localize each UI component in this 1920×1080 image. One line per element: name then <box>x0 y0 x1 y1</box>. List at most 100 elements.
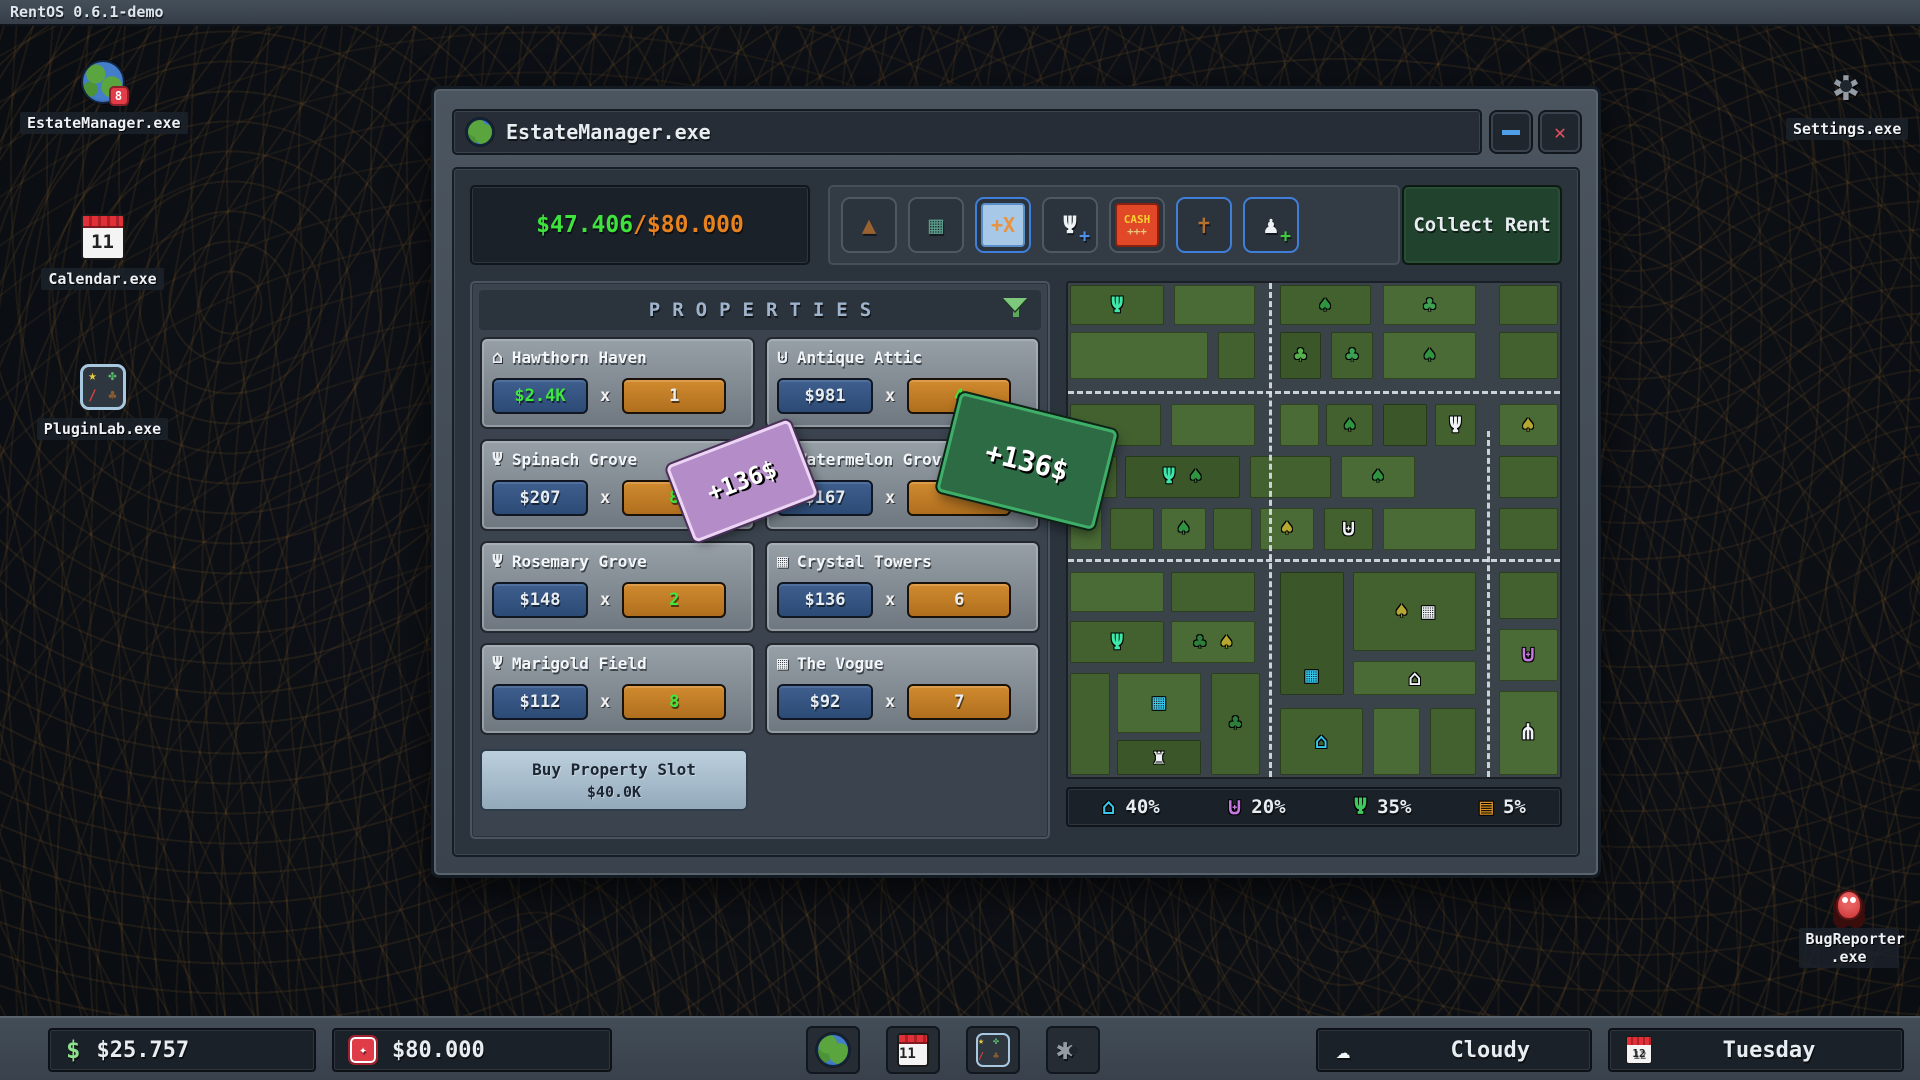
map-parcel[interactable] <box>1373 708 1420 775</box>
map-parcel[interactable] <box>1499 456 1558 498</box>
map-parcel[interactable]: ⊎ <box>1499 629 1558 681</box>
map-parcel[interactable] <box>1430 708 1477 775</box>
rent-price-button[interactable]: $2.4K <box>492 378 588 414</box>
property-card[interactable]: ▦Crystal Towers $136 x 6 <box>765 541 1040 633</box>
minimize-icon <box>1502 130 1520 135</box>
property-name: Rosemary Grove <box>512 552 647 571</box>
cash-display: $ $25.757 <box>48 1028 316 1072</box>
property-card[interactable]: ⌂Hawthorn Haven $2.4K x 1 <box>480 337 755 429</box>
map-parcel[interactable]: ⌂ <box>1353 661 1476 696</box>
tree-green-icon: ♣ <box>1193 632 1206 653</box>
taskbar-estatemanager-button[interactable] <box>806 1026 860 1074</box>
map-parcel[interactable] <box>1280 404 1319 446</box>
unit-count-button[interactable]: 2 <box>622 582 726 618</box>
taskbar-pluginlab-button[interactable]: ★ ✤ / ♣ <box>966 1026 1020 1074</box>
map-parcel[interactable] <box>1499 572 1558 619</box>
map-parcel[interactable] <box>1499 508 1558 550</box>
unit-count-button[interactable]: 7 <box>907 684 1011 720</box>
minimize-button[interactable] <box>1491 112 1531 152</box>
filter-icon[interactable] <box>1003 298 1029 322</box>
property-card[interactable]: ΨMarigold Field $112 x 8 <box>480 643 755 735</box>
map-parcel[interactable]: ♣♠ <box>1171 621 1255 663</box>
taskbar-calendar-button[interactable]: 11 <box>886 1026 940 1074</box>
add-plant-icon[interactable]: Ψ+ <box>1042 197 1098 253</box>
legend-item: Ψ 35% <box>1354 796 1412 818</box>
map-parcel[interactable]: ▦ <box>1117 673 1201 732</box>
window-title-field[interactable]: EstateManager.exe <box>452 109 1482 155</box>
map-parcel[interactable] <box>1171 572 1255 612</box>
map-parcel[interactable]: ♠ <box>1499 404 1558 446</box>
map-parcel[interactable]: Ψ <box>1070 285 1163 325</box>
map-parcel[interactable]: Ψ♠ <box>1125 456 1241 498</box>
shop-icon[interactable]: ▦ <box>908 197 964 253</box>
map-parcel[interactable]: ♠ <box>1383 332 1476 379</box>
buy-property-slot-button[interactable]: Buy Property Slot $40.0K <box>480 749 748 811</box>
add-tenant-icon[interactable]: ♟+ <box>1243 197 1299 253</box>
legend-value: 5% <box>1503 796 1526 818</box>
map-parcel[interactable] <box>1250 456 1331 498</box>
property-card[interactable]: ΨRosemary Grove $148 x 2 <box>480 541 755 633</box>
window-title-bar[interactable]: EstateManager.exe ✕ <box>452 109 1580 155</box>
map-parcel[interactable] <box>1070 572 1163 612</box>
weather-widget[interactable]: ☁ Cloudy <box>1316 1028 1592 1072</box>
close-button[interactable]: ✕ <box>1540 112 1580 152</box>
collect-rent-button[interactable]: Collect Rent <box>1402 185 1562 265</box>
map-parcel[interactable]: ⋔ <box>1499 691 1558 775</box>
map-parcel[interactable] <box>1499 332 1558 379</box>
map-parcel[interactable]: ♠ <box>1280 285 1371 325</box>
legend-item: ▤ 5% <box>1480 796 1526 818</box>
map-parcel[interactable]: ♠ <box>1161 508 1205 550</box>
unit-count-button[interactable]: 8 <box>622 684 726 720</box>
rent-price-button[interactable]: $981 <box>777 378 873 414</box>
map-parcel[interactable] <box>1213 508 1252 550</box>
map-parcel[interactable]: ♣ <box>1211 673 1260 774</box>
map-parcel[interactable]: ♣ <box>1280 332 1322 379</box>
rent-price-button[interactable]: $92 <box>777 684 873 720</box>
property-card[interactable]: ▦The Vogue $92 x 7 <box>765 643 1040 735</box>
basket-purple-icon: ⊎ <box>1228 797 1241 818</box>
pluginlab-icon: ★ ✤ / ♣ <box>80 364 126 410</box>
rent-price-button[interactable]: $207 <box>492 480 588 516</box>
map-parcel[interactable] <box>1070 332 1208 379</box>
map-parcel[interactable]: ♠▦ <box>1353 572 1476 651</box>
rent-price-button[interactable]: $136 <box>777 582 873 618</box>
legend-value: 40% <box>1125 796 1159 818</box>
desktop-icon-settings[interactable]: ✱ Settings.exe <box>1786 62 1906 140</box>
taskbar-settings-button[interactable]: ✱ <box>1046 1026 1100 1074</box>
unit-count-button[interactable]: 1 <box>622 378 726 414</box>
map-parcel[interactable] <box>1171 404 1255 446</box>
add-multiplier-icon[interactable]: +X <box>975 197 1031 253</box>
map-parcel[interactable] <box>1383 404 1427 446</box>
tree-round-icon: ♣ <box>1423 295 1436 316</box>
map-parcel[interactable]: ⊎ <box>1324 508 1373 550</box>
cash-machine-icon[interactable]: CASH+++ <box>1109 197 1165 253</box>
scarecrow-icon[interactable]: ✝ <box>1176 197 1232 253</box>
desktop-icon-calendar[interactable]: 11 Calendar.exe <box>40 214 165 290</box>
map-parcel[interactable] <box>1218 332 1255 379</box>
map-parcel[interactable]: Ψ <box>1070 621 1163 663</box>
desktop-icon-estatemanager[interactable]: 8 EstateManager.exe <box>20 60 185 134</box>
desktop-icon-pluginlab[interactable]: ★ ✤ / ♣ PluginLab.exe <box>35 364 170 440</box>
map-parcel[interactable]: ⌂ <box>1280 708 1364 775</box>
map-parcel[interactable] <box>1110 508 1154 550</box>
rent-price-button[interactable]: $148 <box>492 582 588 618</box>
hut-icon[interactable]: ▲ <box>841 197 897 253</box>
plant-teal-icon: Ψ <box>1111 632 1124 653</box>
day-widget[interactable]: 12 Tuesday <box>1608 1028 1904 1072</box>
unit-count-button[interactable]: 6 <box>907 582 1011 618</box>
map-parcel[interactable]: ♣ <box>1383 285 1476 325</box>
globe-icon <box>466 118 494 146</box>
map-parcel[interactable]: ♜ <box>1117 740 1201 775</box>
rent-price-button[interactable]: $112 <box>492 684 588 720</box>
map-parcel[interactable] <box>1499 285 1558 325</box>
map-parcel[interactable]: ▦ <box>1280 572 1344 696</box>
desktop-icon-bugreporter[interactable]: BugReporter .exe <box>1796 890 1901 968</box>
map-parcel[interactable] <box>1070 673 1109 774</box>
property-type-icon: Ψ <box>492 653 503 674</box>
map-parcel[interactable]: Ψ <box>1435 404 1477 446</box>
map-parcel[interactable] <box>1174 285 1255 325</box>
map-parcel[interactable]: ♠ <box>1326 404 1373 446</box>
map-parcel[interactable]: ♠ <box>1341 456 1415 498</box>
map-parcel[interactable] <box>1383 508 1476 550</box>
map-parcel[interactable]: ♣ <box>1331 332 1373 379</box>
